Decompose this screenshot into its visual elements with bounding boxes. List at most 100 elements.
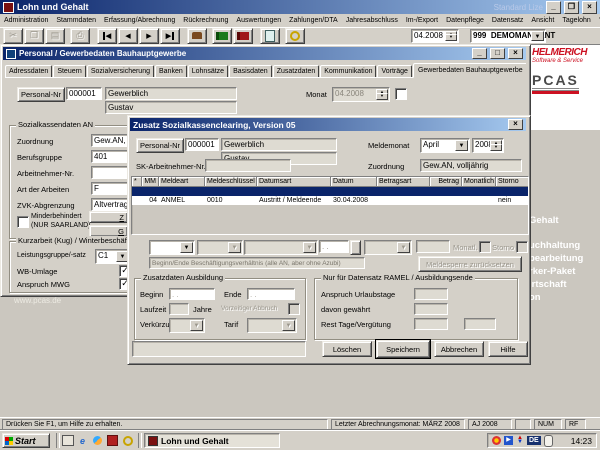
table-header-cell[interactable]: Betragsart bbox=[377, 177, 430, 187]
loeschen-button[interactable]: Löschen bbox=[322, 341, 372, 357]
door-icon[interactable] bbox=[260, 27, 280, 44]
cut-icon[interactable]: ✂ bbox=[3, 27, 23, 44]
meldesperre-button: Meldesperre zurücksetzen bbox=[418, 256, 522, 272]
app-titlebar[interactable]: Lohn und Gehalt Standard Lize _ ❐ × bbox=[0, 0, 600, 14]
menu-item[interactable]: Datensatz bbox=[488, 15, 528, 26]
personal-titlebar[interactable]: Personal / Gewerbedaten Bauhauptgewerbe … bbox=[3, 47, 526, 60]
chevron-down-icon[interactable]: ▼ bbox=[531, 31, 544, 41]
menu-item[interactable]: Zahlungen/DTA bbox=[285, 15, 342, 26]
player-icon[interactable]: ▶ bbox=[504, 436, 513, 445]
table-header-cell[interactable]: Datumsart bbox=[257, 177, 331, 187]
paste-icon[interactable]: ▤ bbox=[45, 27, 65, 44]
minimize-icon[interactable]: _ bbox=[546, 0, 561, 14]
menu-item[interactable]: Jahresabschluss bbox=[342, 15, 402, 26]
abbrechen-button[interactable]: Abbrechen bbox=[434, 341, 484, 357]
task-button[interactable]: Lohn und Gehalt bbox=[144, 433, 280, 448]
table-row[interactable]: 04 ANMEL 0010 Austritt / Meldeende 30.04.200… bbox=[132, 196, 528, 205]
personalnr-button[interactable]: Personal-Nr bbox=[17, 87, 65, 102]
artderarbeiten-label: Art der Arbeiten bbox=[17, 185, 70, 194]
hilfe-button[interactable]: Hilfe bbox=[488, 341, 528, 357]
menu-item[interactable]: Tagelohn bbox=[558, 15, 594, 26]
dialog-title: Zusatz Sozialkassenclearing, Version 05 bbox=[133, 119, 296, 130]
table-header-cell[interactable]: Datum bbox=[331, 177, 377, 187]
table-header-cell[interactable]: Meldeschlüssel bbox=[205, 177, 257, 187]
key-icon[interactable] bbox=[285, 27, 305, 44]
chevron-down-icon[interactable]: ▼ bbox=[455, 140, 468, 151]
table-header-cell[interactable]: Betrag bbox=[430, 177, 462, 187]
language-indicator[interactable]: DE bbox=[527, 436, 541, 445]
maximize-icon[interactable]: □ bbox=[490, 48, 505, 59]
close-icon[interactable]: × bbox=[582, 0, 597, 14]
table-header-cell[interactable]: Storno bbox=[496, 177, 528, 187]
spin-down-icon[interactable]: ▼ bbox=[490, 144, 502, 151]
beginn-field[interactable]: . . bbox=[169, 288, 215, 300]
table-selected-row[interactable] bbox=[132, 187, 528, 196]
green-book-icon[interactable] bbox=[212, 27, 232, 44]
dialog-personalnr-button[interactable]: Personal-Nr bbox=[136, 138, 184, 153]
menu-item[interactable]: Rückrechnung bbox=[179, 15, 232, 26]
start-button[interactable]: Start bbox=[2, 433, 50, 448]
key-icon[interactable] bbox=[121, 434, 134, 447]
spin-down-icon[interactable]: ▼ bbox=[445, 34, 457, 41]
product-fragment: on bbox=[529, 292, 541, 303]
table-cell: 30.04.2008 bbox=[333, 197, 369, 204]
monat-checkbox[interactable] bbox=[395, 88, 407, 100]
windows-media-icon[interactable] bbox=[91, 434, 104, 447]
menu-item[interactable]: Im-/Export bbox=[402, 15, 442, 26]
print-icon[interactable]: ⎙ bbox=[70, 27, 90, 44]
last-record-icon[interactable]: ▶ bbox=[160, 27, 180, 44]
close-icon[interactable]: × bbox=[508, 48, 523, 59]
laufzeit-field[interactable] bbox=[169, 303, 189, 315]
table-header-cell[interactable]: MM bbox=[142, 177, 159, 187]
copy-icon[interactable]: ❐ bbox=[24, 27, 44, 44]
mouse-icon[interactable] bbox=[543, 434, 553, 447]
program-icon[interactable] bbox=[106, 434, 119, 447]
menu-item[interactable]: Stammdaten bbox=[52, 15, 100, 26]
meldejahr-spinner[interactable]: 2008 ▲ ▼ bbox=[472, 138, 504, 153]
status-bar: Drücken Sie F1, um Hilfe zu erhalten. Le… bbox=[0, 417, 600, 430]
menu-item[interactable]: Ansicht bbox=[527, 15, 558, 26]
leistungsgruppe-combobox[interactable]: C1 ▼ bbox=[95, 249, 131, 264]
table-header-cell[interactable]: * bbox=[132, 177, 142, 187]
restore-icon[interactable]: ❐ bbox=[564, 0, 579, 14]
table-header-cell[interactable]: Meldeart bbox=[159, 177, 205, 187]
period-spinner[interactable]: 04.2008 ▲ ▼ bbox=[411, 29, 459, 43]
red-book-icon[interactable] bbox=[233, 27, 253, 44]
table-header-cell[interactable]: Monatlich bbox=[462, 177, 496, 187]
ende-field[interactable]: . . bbox=[247, 288, 295, 300]
menu-item[interactable]: ? bbox=[595, 15, 600, 26]
beginn-label: Beginn bbox=[140, 290, 164, 299]
close-icon[interactable]: × bbox=[508, 119, 523, 130]
updown-icon[interactable]: ▲ ▼ bbox=[516, 435, 524, 445]
next-record-icon[interactable]: ▶ bbox=[139, 27, 159, 44]
show-desktop-icon[interactable] bbox=[61, 434, 74, 447]
task-label: Lohn und Gehalt bbox=[161, 435, 229, 446]
datum-field[interactable]: . . bbox=[319, 240, 349, 253]
hidden-button-z[interactable]: Z bbox=[89, 211, 128, 223]
menu-item[interactable]: Datenpflege bbox=[442, 15, 488, 26]
divider bbox=[138, 433, 142, 448]
personalnr-field[interactable]: 000001 bbox=[66, 87, 102, 100]
datum-picker-button[interactable] bbox=[350, 240, 361, 255]
dialog-titlebar[interactable]: Zusatz Sozialkassenclearing, Version 05 … bbox=[130, 118, 526, 131]
menu-item[interactable]: Erfassung/Abrechnung bbox=[100, 15, 179, 26]
menu-item[interactable]: Auswertungen bbox=[232, 15, 285, 26]
internet-explorer-icon[interactable]: e bbox=[76, 434, 89, 447]
scheduler-icon[interactable] bbox=[492, 436, 501, 445]
prev-record-icon[interactable]: ◀ bbox=[118, 27, 138, 44]
behindert-checkbox[interactable] bbox=[17, 216, 29, 228]
mm-combobox[interactable]: ▼ bbox=[149, 240, 195, 255]
table-cell bbox=[132, 196, 142, 205]
tab[interactable]: Gewerbedaten Bauhauptgewerbe bbox=[412, 63, 526, 78]
menu-item[interactable]: Administration bbox=[0, 15, 52, 26]
meldemonat-combobox[interactable]: April ▼ bbox=[420, 138, 470, 153]
stamp-icon[interactable] bbox=[187, 27, 207, 44]
mandant-combobox[interactable]: 999 DEMOMANDANT ▼ bbox=[470, 29, 555, 43]
app-icon bbox=[148, 435, 158, 446]
personal-title: Personal / Gewerbedaten Bauhauptgewerbe bbox=[19, 49, 187, 58]
chevron-down-icon[interactable]: ▼ bbox=[180, 242, 193, 253]
minimize-icon[interactable]: _ bbox=[472, 48, 487, 59]
speichern-button[interactable]: Speichern bbox=[375, 339, 431, 359]
first-record-icon[interactable]: ◀ bbox=[97, 27, 117, 44]
dialog-personalnr-field[interactable]: 000001 bbox=[185, 138, 219, 151]
